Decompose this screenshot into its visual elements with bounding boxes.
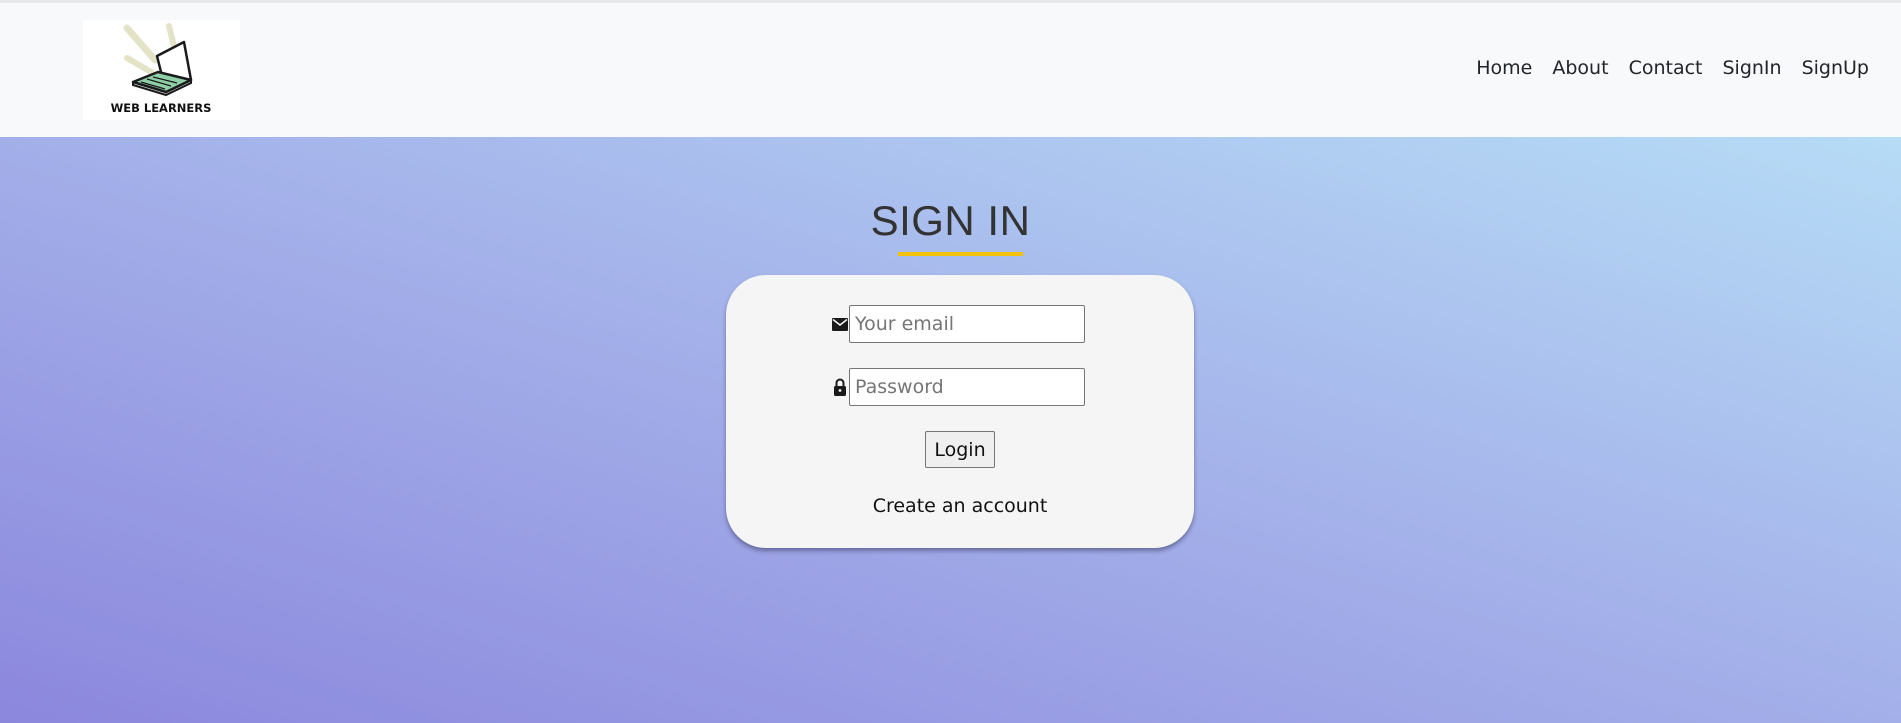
page-title: SIGN IN (870, 197, 1031, 244)
nav-signup[interactable]: SignUp (1802, 57, 1869, 79)
email-input[interactable] (849, 305, 1085, 343)
brand-logo[interactable]: WEB LEARNERS (83, 20, 240, 120)
logo-text: WEB LEARNERS (111, 101, 212, 115)
lock-icon (831, 377, 849, 397)
nav-contact[interactable]: Contact (1629, 57, 1703, 79)
envelope-icon (831, 314, 849, 334)
navbar: WEB LEARNERS Home About Contact SignIn S… (0, 3, 1901, 137)
create-account-link[interactable]: Create an account (726, 495, 1194, 517)
password-row (831, 368, 1085, 406)
signin-card: Login Create an account (726, 275, 1194, 548)
title-underline (898, 252, 1023, 256)
signin-section: SIGN IN Login Create an account (0, 137, 1901, 723)
login-button[interactable]: Login (925, 431, 995, 468)
password-input[interactable] (849, 368, 1085, 406)
nav-signin[interactable]: SignIn (1722, 57, 1781, 79)
main-nav: Home About Contact SignIn SignUp (1476, 57, 1869, 79)
nav-about[interactable]: About (1552, 57, 1608, 79)
email-row (831, 305, 1085, 343)
laptop-logo-icon: WEB LEARNERS (111, 23, 212, 115)
nav-home[interactable]: Home (1476, 57, 1532, 79)
